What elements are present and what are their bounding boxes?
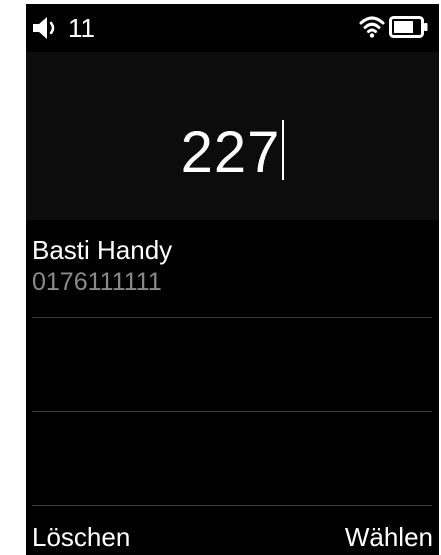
speaker-volume-icon	[32, 16, 62, 40]
dialed-number: 227	[26, 120, 439, 185]
wifi-icon	[359, 14, 385, 43]
dialed-number-text: 227	[180, 120, 281, 185]
contact-suggestion-list: Basti Handy 0176111111	[26, 220, 439, 510]
contact-name: Basti Handy	[32, 235, 173, 265]
dial-input-area[interactable]: 227	[26, 52, 439, 220]
status-bar: 11	[26, 4, 439, 52]
delete-softkey[interactable]: Löschen	[32, 519, 130, 555]
battery-icon	[389, 16, 429, 43]
volume-indicator: 11	[32, 14, 95, 42]
divider	[32, 411, 432, 412]
contact-number: 0176111111	[32, 268, 162, 296]
softkey-bar: Löschen Wählen	[26, 511, 439, 555]
text-cursor	[282, 120, 285, 180]
divider	[32, 317, 432, 318]
list-item[interactable]: Basti Handy 0176111111	[32, 234, 432, 298]
dial-softkey[interactable]: Wählen	[345, 519, 433, 555]
divider	[32, 505, 432, 506]
volume-level: 11	[68, 13, 95, 43]
phone-screen: 11 227 Basti Handy 0176111111 Löschen Wä…	[26, 4, 439, 555]
